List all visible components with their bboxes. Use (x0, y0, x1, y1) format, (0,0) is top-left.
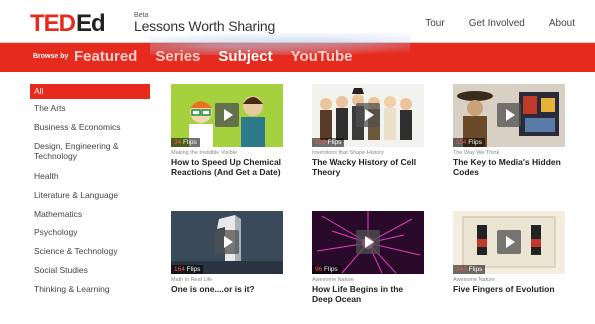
play-icon[interactable] (497, 103, 521, 127)
lesson-thumbnail[interactable]: 164 Flips (171, 211, 283, 274)
subject-sidebar: All The Arts Business & Economics Design… (30, 84, 150, 303)
nav-about-link[interactable]: About (549, 18, 575, 29)
flips-label: Flips (186, 266, 201, 273)
nav-get-involved-link[interactable]: Get Involved (469, 18, 525, 29)
lesson-title[interactable]: One is one....or is it? (171, 284, 283, 294)
flips-label: Flips (183, 139, 197, 146)
sidebar-item-literature-language[interactable]: Literature & Language (30, 190, 150, 209)
lesson-thumbnail[interactable]: 147 Flips (453, 211, 565, 274)
series-name[interactable]: The Way We Think (453, 150, 565, 156)
sidebar-item-social-studies[interactable]: Social Studies (30, 265, 150, 284)
browse-tabs: Featured Series Subject YouTube (74, 48, 371, 65)
lesson-card[interactable]: 147 Flips Awesome Nature Five Fingers of… (453, 211, 565, 294)
flips-count: 147 (456, 266, 467, 273)
lesson-thumbnail[interactable]: 34 Flips (171, 84, 283, 147)
flips-label: Flips (327, 139, 342, 146)
sidebar-item-science-technology[interactable]: Science & Technology (30, 246, 150, 265)
lesson-thumbnail[interactable]: 96 Flips (312, 211, 424, 274)
logo-ed-text: Ed (76, 10, 106, 37)
series-name[interactable]: Math in Real Life (171, 277, 283, 283)
sidebar-item-mathematics[interactable]: Mathematics (30, 209, 150, 228)
flips-label: Flips (324, 266, 338, 273)
play-icon[interactable] (497, 230, 521, 254)
flips-badge: 109 Flips (312, 138, 345, 147)
top-header: TED Ed Beta Lessons Worth Sharing Tour G… (0, 0, 595, 42)
browse-bar: Browse by Featured Series Subject YouTub… (0, 33, 595, 72)
flips-badge: 147 Flips (453, 265, 486, 274)
sidebar-item-design-engineering-technology[interactable]: Design, Engineering & Technology (30, 141, 150, 171)
tab-series[interactable]: Series (155, 48, 200, 65)
series-name[interactable]: Awesome Nature (453, 277, 565, 283)
flips-badge: 96 Flips (312, 265, 341, 274)
lesson-card[interactable]: 34 Flips Making the Invisible Visible Ho… (171, 84, 283, 177)
flips-badge: 34 Flips (171, 138, 200, 147)
play-icon[interactable] (215, 103, 239, 127)
flips-count: 114 (456, 139, 467, 146)
sidebar-item-thinking-learning[interactable]: Thinking & Learning (30, 284, 150, 303)
top-nav: Tour Get Involved About (401, 18, 575, 29)
tagline: Lessons Worth Sharing (134, 18, 276, 34)
lesson-card[interactable]: 114 Flips The Way We Think The Key to Me… (453, 84, 565, 177)
sidebar-item-business-economics[interactable]: Business & Economics (30, 122, 150, 141)
lesson-thumbnail[interactable]: 109 Flips (312, 84, 424, 147)
series-name[interactable]: Awesome Nature (312, 277, 424, 283)
sidebar-item-the-arts[interactable]: The Arts (30, 103, 150, 122)
lesson-title[interactable]: The Wacky History of Cell Theory (312, 157, 424, 177)
series-name[interactable]: Making the Invisible Visible (171, 150, 283, 156)
tab-featured[interactable]: Featured (74, 48, 137, 65)
flips-count: 164 (174, 266, 185, 273)
lesson-title[interactable]: How to Speed Up Chemical Reactions (And … (171, 157, 283, 177)
nav-tour-link[interactable]: Tour (425, 18, 444, 29)
flips-count: 34 (174, 139, 182, 146)
flips-count: 109 (315, 139, 326, 146)
sidebar-item-psychology[interactable]: Psychology (30, 227, 150, 246)
play-icon[interactable] (356, 230, 380, 254)
logo-ted-text: TED (30, 10, 76, 37)
sidebar-item-health[interactable]: Health (30, 171, 150, 190)
lesson-card[interactable]: 164 Flips Math in Real Life One is one..… (171, 211, 283, 294)
flips-label: Flips (468, 266, 483, 273)
play-icon[interactable] (215, 230, 239, 254)
lesson-title[interactable]: The Key to Media's Hidden Codes (453, 157, 565, 177)
sidebar-item-all[interactable]: All (30, 84, 150, 99)
lesson-thumbnail[interactable]: 114 Flips (453, 84, 565, 147)
lesson-card[interactable]: 109 Flips Inventions that Shape History … (312, 84, 424, 177)
browse-by-label: Browse by (33, 53, 69, 60)
lesson-title[interactable]: How Life Begins in the Deep Ocean (312, 284, 424, 304)
flips-badge: 164 Flips (171, 265, 204, 274)
lesson-card[interactable]: 96 Flips Awesome Nature How Life Begins … (312, 211, 424, 304)
play-icon[interactable] (356, 103, 380, 127)
tab-subject[interactable]: Subject (218, 48, 272, 65)
flips-count: 96 (315, 266, 323, 273)
lesson-title[interactable]: Five Fingers of Evolution (453, 284, 565, 294)
flips-label: Flips (468, 139, 482, 146)
series-name[interactable]: Inventions that Shape History (312, 150, 424, 156)
tab-youtube[interactable]: YouTube (291, 48, 353, 65)
flips-badge: 114 Flips (453, 138, 485, 147)
ted-ed-logo[interactable]: TED Ed Beta Lessons Worth Sharing (30, 10, 275, 37)
